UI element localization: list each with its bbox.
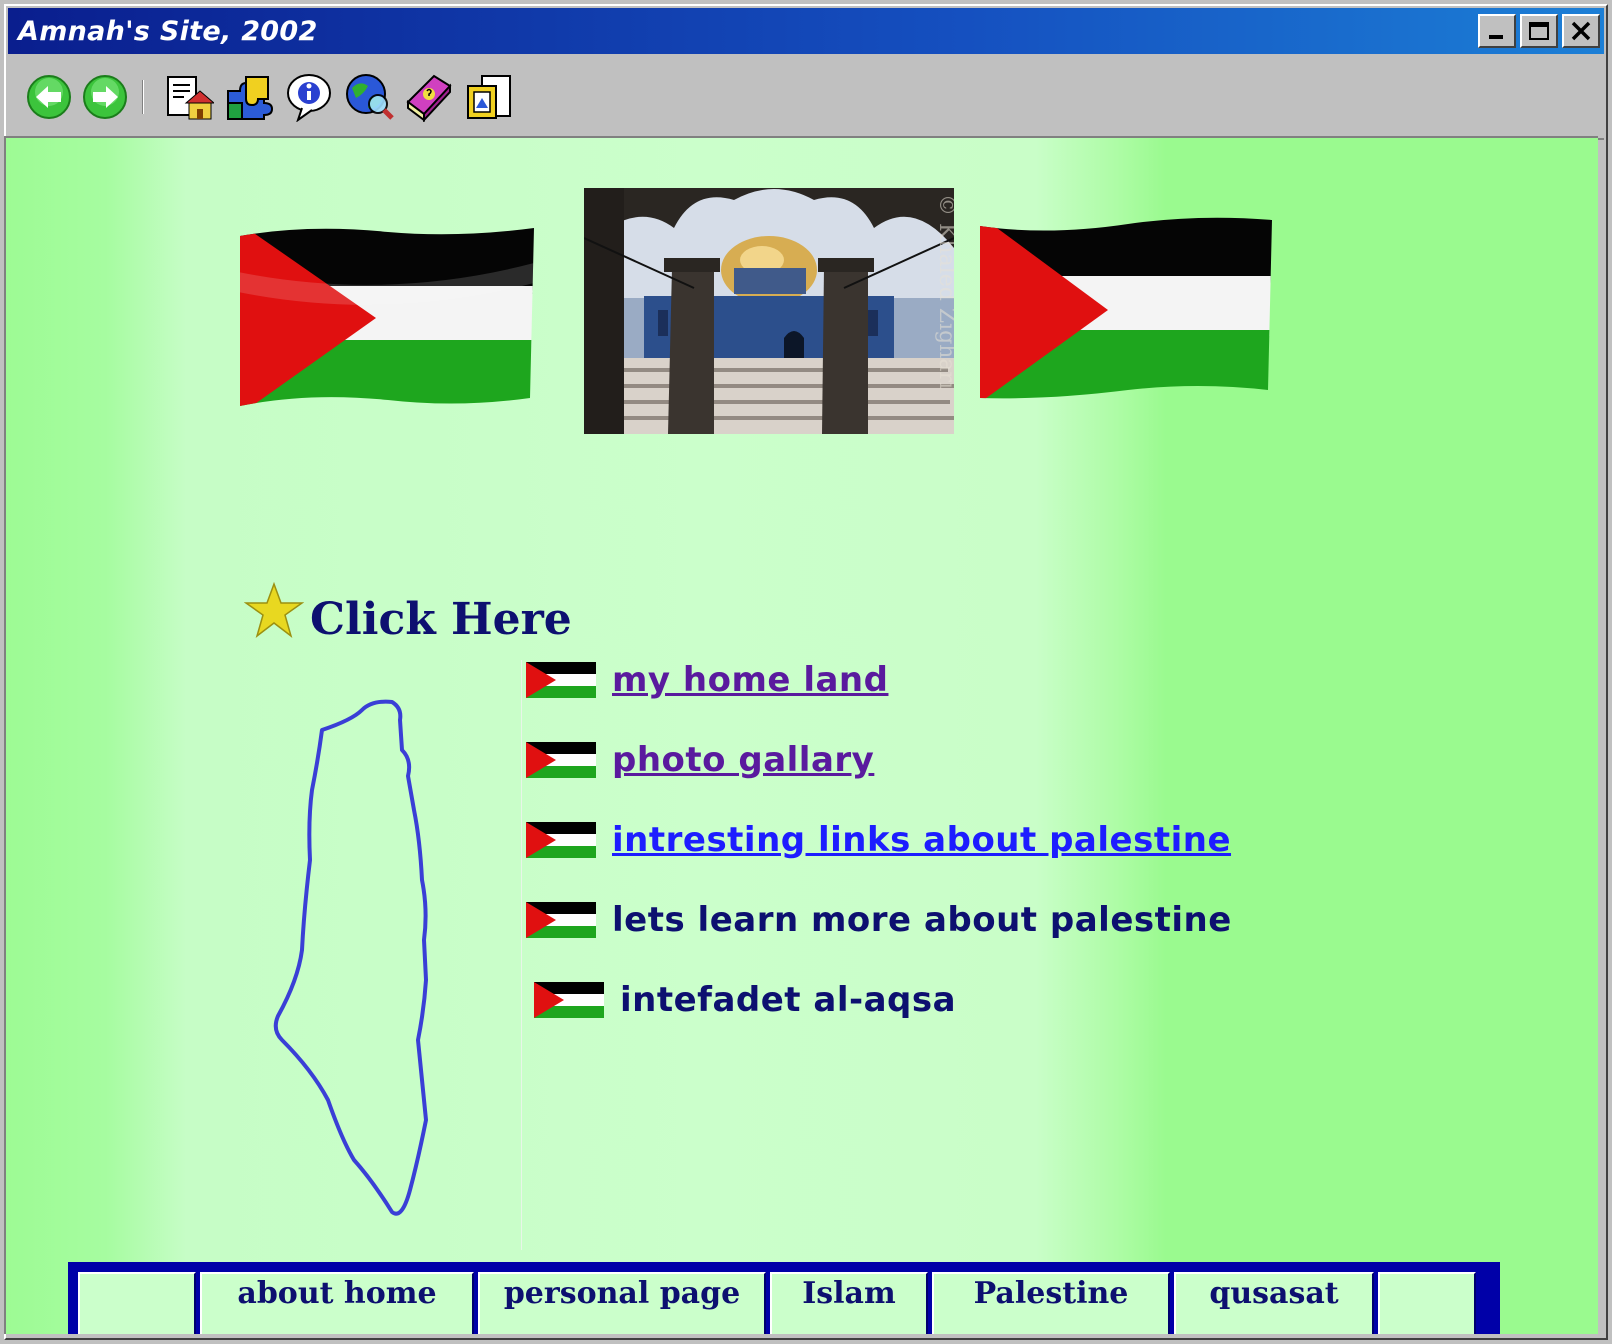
forward-button[interactable] [80,72,130,122]
toolbar-separator [142,80,144,114]
forward-arrow-icon [83,75,127,119]
list-item: my home land [526,660,888,700]
info-bubble-icon [287,74,331,122]
frames-button[interactable] [464,72,514,122]
minimize-button[interactable] [1478,14,1516,48]
help-book-button[interactable] [404,72,454,122]
palestine-flag-right [980,217,1272,399]
link-my-home-land[interactable]: my home land [612,660,888,700]
nav-cell-blank-left[interactable] [78,1272,196,1334]
dome-of-the-rock-photo: © Khaled Zighari [584,188,954,434]
palestine-flag-icon [534,982,604,1018]
nav-personal-page[interactable]: personal page [478,1272,766,1334]
maximize-icon [1529,22,1549,40]
nav-cell-blank-right[interactable] [1378,1272,1476,1334]
puzzle-button[interactable] [224,72,274,122]
picture-frame-icon [467,75,511,119]
title-bar[interactable]: Amnah's Site, 2002 [8,8,1604,54]
nav-table: about home personal page Islam Palestine… [68,1262,1500,1334]
back-arrow-icon [27,75,71,119]
palestine-map-outline [273,699,428,1216]
window-controls [1478,14,1600,48]
list-item: intresting links about palestine [526,820,1231,860]
list-item: lets learn more about palestine [526,900,1232,940]
help-book-icon [406,74,452,122]
list-item: intefadet al-aqsa [534,980,956,1020]
home-page-button[interactable] [164,72,214,122]
palestine-flag-icon [526,662,596,698]
link-intresting-links[interactable]: intresting links about palestine [612,820,1231,860]
close-icon [1571,21,1591,41]
palestine-flag-icon [526,902,596,938]
close-button[interactable] [1562,14,1600,48]
maximize-button[interactable] [1520,14,1558,48]
globe-search-icon [346,74,394,120]
nav-about-home[interactable]: about home [200,1272,474,1334]
window-title: Amnah's Site, 2002 [18,15,318,47]
home-page-icon [167,76,214,120]
nav-islam[interactable]: Islam [770,1272,928,1334]
toolbar [8,56,1604,140]
nav-palestine[interactable]: Palestine [932,1272,1170,1334]
palestine-flag-icon [526,742,596,778]
link-photo-gallary[interactable]: photo gallary [612,740,874,780]
list-item: photo gallary [526,740,874,780]
puzzle-icon [227,76,274,120]
back-button[interactable] [24,72,74,122]
minimize-icon [1489,35,1503,39]
link-intefadet-al-aqsa[interactable]: intefadet al-aqsa [620,980,956,1020]
photo-watermark: © Khaled Zighari [934,194,954,389]
click-here-heading[interactable]: Click Here [310,594,572,645]
palestine-flag-left [240,228,534,406]
page-viewport[interactable]: © Khaled Zighari Click Here my home land [4,136,1598,1334]
palestine-flag-icon [526,822,596,858]
info-button[interactable] [284,72,334,122]
nav-qusasat[interactable]: qusasat [1174,1272,1374,1334]
link-lets-learn-more[interactable]: lets learn more about palestine [612,900,1232,940]
star-icon [244,582,304,638]
globe-button[interactable] [344,72,394,122]
palestine-map-panel [242,660,522,1250]
